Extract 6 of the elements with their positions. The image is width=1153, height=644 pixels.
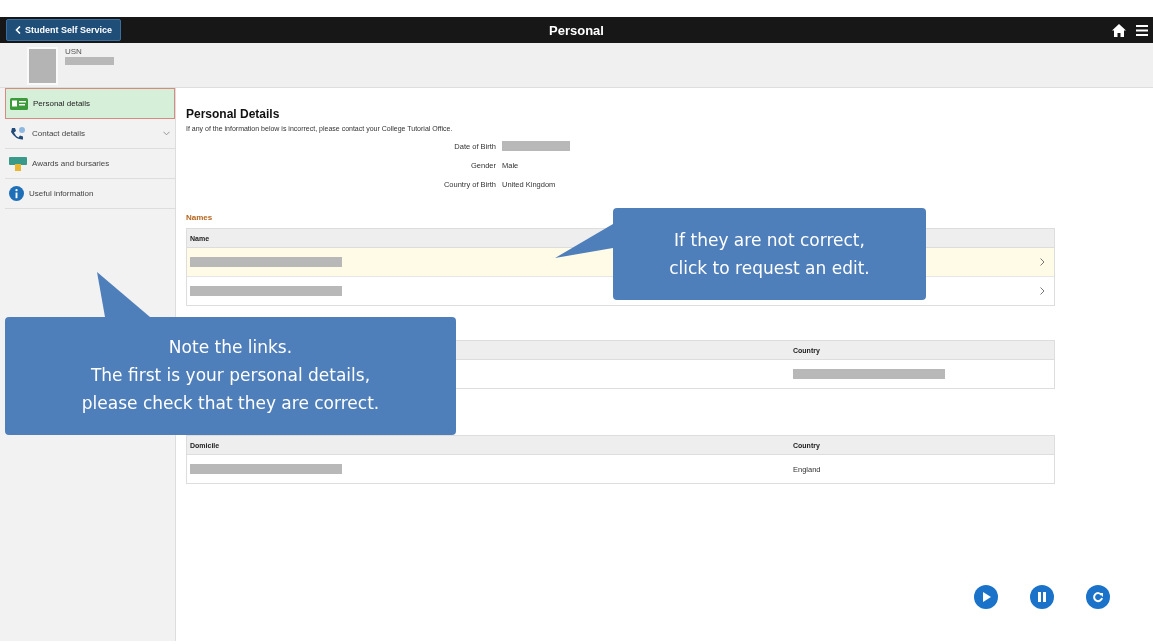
section-title: Personal Details	[186, 107, 280, 121]
callout-tooltip: Note the links. The first is your personal details, please check that they are correct.	[5, 317, 456, 435]
group-heading: Names	[186, 213, 213, 222]
id-label: USN	[65, 47, 83, 56]
page-title: Personal	[549, 22, 604, 38]
callout-tooltip: If they are not correct, click to request an edit.	[613, 208, 926, 300]
